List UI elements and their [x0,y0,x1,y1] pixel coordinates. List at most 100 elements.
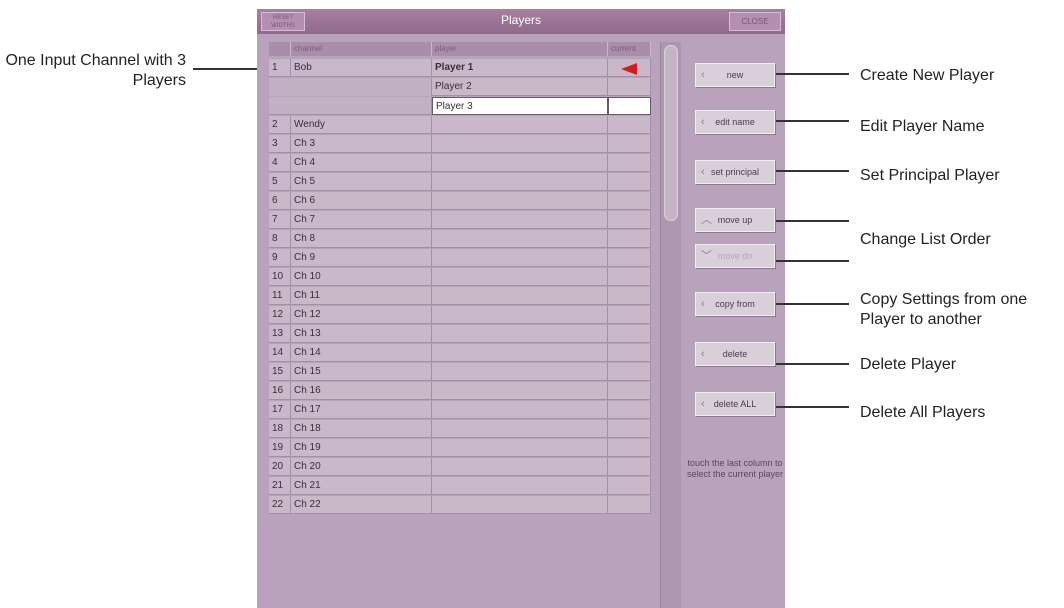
cell-player[interactable] [432,325,608,343]
delete-all-button[interactable]: ‹ delete ALL [695,392,775,416]
cell-num: 9 [269,249,291,267]
cell-player[interactable] [432,268,608,286]
callout-line [776,260,849,262]
cell-current[interactable] [608,325,651,343]
cell-current[interactable] [608,268,651,286]
table-row[interactable]: 1 Bob Player 1 [269,59,651,78]
cell-current[interactable] [608,306,651,324]
callout-line [776,170,849,172]
chevron-left-icon: ‹ [701,348,705,360]
cell-channel [291,78,432,96]
header-current: current [608,42,651,56]
table-row[interactable]: 6 Ch 6 [269,192,651,211]
cell-channel: Ch 13 [291,325,432,343]
copy-from-button[interactable]: ‹ copy from [695,292,775,316]
table-row[interactable]: 11 Ch 11 [269,287,651,306]
table-row[interactable]: 22 Ch 22 [269,496,651,515]
cell-player[interactable] [432,344,608,362]
cell-player[interactable] [432,382,608,400]
cell-current[interactable] [608,458,651,476]
cell-current[interactable] [608,192,651,210]
cell-current[interactable] [608,230,651,248]
cell-player[interactable] [432,230,608,248]
callout-line [776,406,849,408]
cell-num: 7 [269,211,291,229]
chevron-up-icon: ︿ [701,214,712,226]
cell-player[interactable] [432,154,608,172]
cell-player[interactable] [432,287,608,305]
table-row[interactable]: 12 Ch 12 [269,306,651,325]
cell-num: 8 [269,230,291,248]
move-up-button[interactable]: ︿ move up [695,208,775,232]
table-row[interactable]: 14 Ch 14 [269,344,651,363]
table-row[interactable]: 8 Ch 8 [269,230,651,249]
cell-channel: Bob [291,59,432,77]
cell-current[interactable] [608,173,651,191]
move-down-button[interactable]: ﹀ move dn [695,244,775,268]
cell-player[interactable] [432,496,608,514]
cell-channel [291,97,432,115]
cell-num: 18 [269,420,291,438]
table-row[interactable]: 21 Ch 21 [269,477,651,496]
table-row[interactable]: 5 Ch 5 [269,173,651,192]
table-row[interactable]: 3 Ch 3 [269,135,651,154]
table-row[interactable]: 4 Ch 4 [269,154,651,173]
table-row[interactable]: 10 Ch 10 [269,268,651,287]
cell-player[interactable] [432,192,608,210]
cell-current[interactable] [608,97,651,115]
scrollbar[interactable] [660,42,681,608]
close-button[interactable]: CLOSE [729,12,781,31]
cell-current[interactable] [608,382,651,400]
cell-current[interactable] [608,344,651,362]
cell-player[interactable] [432,439,608,457]
cell-current[interactable] [608,363,651,381]
scrollbar-thumb[interactable] [664,45,678,221]
cell-current[interactable] [608,154,651,172]
table-row[interactable]: Player 2 [269,78,651,97]
set-principal-button[interactable]: ‹ set principal [695,160,775,184]
cell-player[interactable] [432,249,608,267]
cell-player[interactable] [432,420,608,438]
table-row[interactable]: 15 Ch 15 [269,363,651,382]
cell-player[interactable] [432,135,608,153]
cell-current[interactable] [608,477,651,495]
cell-current[interactable] [608,496,651,514]
table-row[interactable]: 17 Ch 17 [269,401,651,420]
cell-current[interactable] [608,439,651,457]
cell-player[interactable] [432,477,608,495]
cell-current[interactable] [608,401,651,419]
cell-channel: Ch 7 [291,211,432,229]
cell-current[interactable] [608,249,651,267]
cell-current[interactable] [608,135,651,153]
table-row[interactable]: 16 Ch 16 [269,382,651,401]
cell-current[interactable] [608,78,651,96]
table-row[interactable]: 19 Ch 19 [269,439,651,458]
cell-player[interactable] [432,401,608,419]
cell-current[interactable] [608,420,651,438]
cell-player[interactable] [432,116,608,134]
table-row[interactable]: 2 Wendy [269,116,651,135]
cell-player[interactable] [432,306,608,324]
cell-player[interactable]: Player 1 [432,59,608,77]
cell-current[interactable] [608,287,651,305]
table-row[interactable]: Player 3 [269,97,651,116]
hint-text: touch the last column to select the curr… [686,458,784,479]
cell-player[interactable] [432,173,608,191]
cell-current[interactable] [608,116,651,134]
table-row[interactable]: 18 Ch 18 [269,420,651,439]
edit-name-button[interactable]: ‹ edit name [695,110,775,134]
cell-player[interactable]: Player 2 [432,78,608,96]
cell-current[interactable] [608,59,651,77]
table-row[interactable]: 20 Ch 20 [269,458,651,477]
table-row[interactable]: 13 Ch 13 [269,325,651,344]
cell-player[interactable] [432,363,608,381]
table-row[interactable]: 9 Ch 9 [269,249,651,268]
cell-current[interactable] [608,211,651,229]
new-button[interactable]: ‹ new [695,63,775,87]
delete-button[interactable]: ‹ delete [695,342,775,366]
cell-num: 5 [269,173,291,191]
cell-player[interactable] [432,458,608,476]
cell-player[interactable] [432,211,608,229]
table-row[interactable]: 7 Ch 7 [269,211,651,230]
cell-player[interactable]: Player 3 [432,97,608,115]
